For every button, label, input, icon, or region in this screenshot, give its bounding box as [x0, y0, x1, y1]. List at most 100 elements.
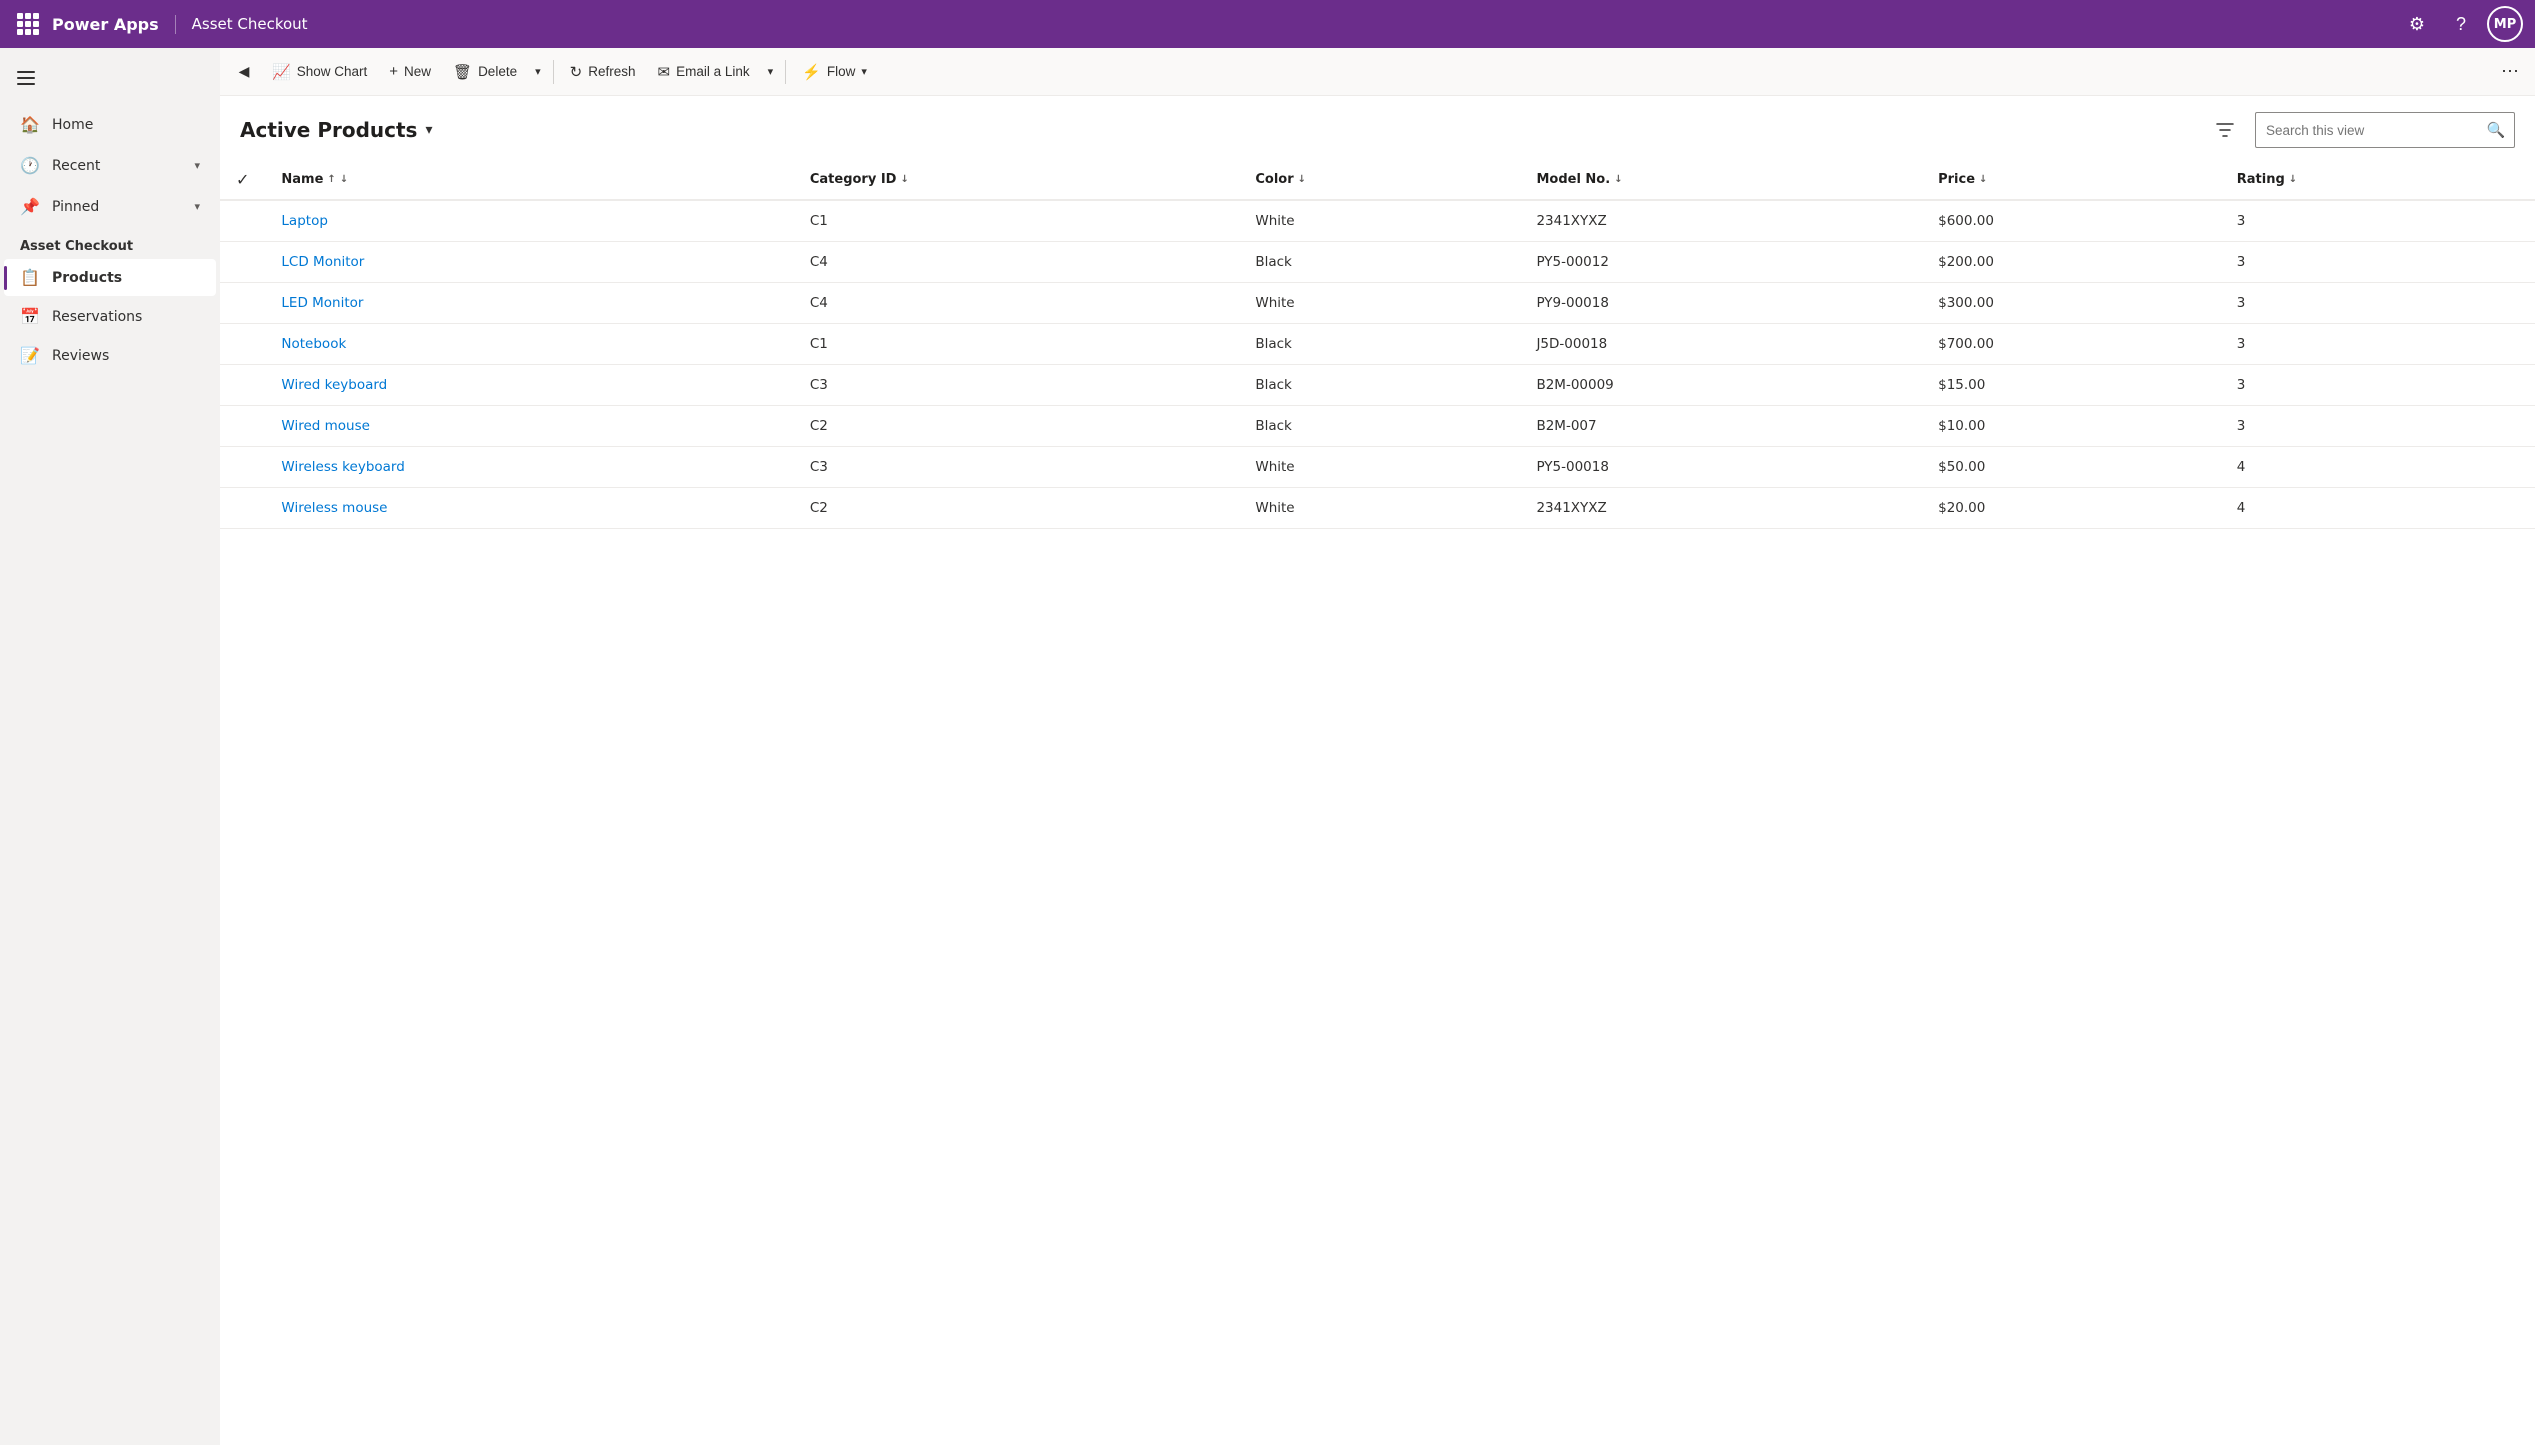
row-checkbox-5[interactable]	[220, 406, 265, 447]
delete-button[interactable]: 🗑 Delete	[443, 57, 527, 87]
row-price-2: $300.00	[1922, 283, 2221, 324]
hamburger-button[interactable]	[8, 60, 44, 96]
back-button[interactable]: ◀	[228, 56, 260, 88]
row-color-2: White	[1239, 283, 1520, 324]
row-name-5[interactable]: Wired mouse	[265, 406, 793, 447]
select-all-checkbox[interactable]: ✓	[220, 160, 265, 200]
flow-button[interactable]: ⚡ Flow ▾	[792, 57, 877, 87]
row-name-3[interactable]: Notebook	[265, 324, 793, 365]
row-checkbox-0[interactable]	[220, 200, 265, 242]
avatar[interactable]: MP	[2487, 6, 2523, 42]
row-color-1: Black	[1239, 242, 1520, 283]
reservations-label: Reservations	[52, 309, 142, 325]
th-color-chevron-icon[interactable]: ↓	[1298, 174, 1306, 185]
more-button[interactable]: ⋯	[2493, 55, 2527, 88]
sidebar-item-products[interactable]: 📋 Products	[4, 259, 216, 296]
row-category-0: C1	[794, 200, 1240, 242]
table-row: Notebook C1 Black J5D-00018 $700.00 3	[220, 324, 2535, 365]
row-name-1[interactable]: LCD Monitor	[265, 242, 793, 283]
table-area: Active Products ▾ 🔍	[220, 96, 2535, 1445]
th-name-label: Name	[281, 172, 323, 187]
header-icons: ⚙ ? MP	[2399, 6, 2523, 42]
sidebar-item-recent[interactable]: 🕐 Recent ▾	[4, 146, 216, 185]
sidebar-section-label: Asset Checkout	[0, 227, 220, 258]
sidebar-item-reviews[interactable]: 📝 Reviews	[4, 337, 216, 374]
row-model-2: PY9-00018	[1520, 283, 1922, 324]
row-checkbox-7[interactable]	[220, 488, 265, 529]
row-name-0[interactable]: Laptop	[265, 200, 793, 242]
row-price-0: $600.00	[1922, 200, 2221, 242]
separator-2	[785, 60, 786, 84]
row-checkbox-4[interactable]	[220, 365, 265, 406]
email-chevron-button[interactable]: ▾	[762, 59, 780, 84]
view-header: Active Products ▾ 🔍	[220, 96, 2535, 160]
row-rating-4: 3	[2221, 365, 2535, 406]
view-title[interactable]: Active Products ▾	[240, 118, 432, 142]
view-title-chevron-icon: ▾	[425, 122, 432, 138]
recent-label: Recent	[52, 158, 182, 174]
search-input[interactable]	[2256, 116, 2478, 145]
row-price-5: $10.00	[1922, 406, 2221, 447]
th-rating: Rating ↓	[2221, 160, 2535, 200]
row-name-2[interactable]: LED Monitor	[265, 283, 793, 324]
row-checkbox-3[interactable]	[220, 324, 265, 365]
row-price-6: $50.00	[1922, 447, 2221, 488]
table-row: LED Monitor C4 White PY9-00018 $300.00 3	[220, 283, 2535, 324]
row-checkbox-1[interactable]	[220, 242, 265, 283]
delete-chevron-button[interactable]: ▾	[529, 59, 547, 84]
th-model-chevron-icon[interactable]: ↓	[1614, 174, 1622, 185]
th-price-chevron-icon[interactable]: ↓	[1979, 174, 1987, 185]
table-header-row: ✓ Name ↑ ↓ Category ID	[220, 160, 2535, 200]
th-name-sort-asc-icon[interactable]: ↑	[327, 174, 335, 185]
waffle-icon[interactable]	[12, 8, 44, 40]
filter-icon	[2216, 121, 2234, 139]
home-label: Home	[52, 117, 200, 133]
sidebar-item-reservations[interactable]: 📅 Reservations	[4, 298, 216, 335]
row-checkbox-6[interactable]	[220, 447, 265, 488]
th-rating-label: Rating	[2237, 172, 2285, 187]
new-icon: +	[389, 63, 398, 80]
row-model-5: B2M-007	[1520, 406, 1922, 447]
table-row: LCD Monitor C4 Black PY5-00012 $200.00 3	[220, 242, 2535, 283]
flow-chevron-icon: ▾	[861, 65, 867, 78]
sidebar-item-home[interactable]: 🏠 Home	[4, 105, 216, 144]
sidebar-item-pinned[interactable]: 📌 Pinned ▾	[4, 187, 216, 226]
row-color-4: Black	[1239, 365, 1520, 406]
refresh-button[interactable]: ↻ Refresh	[560, 57, 646, 87]
row-rating-3: 3	[2221, 324, 2535, 365]
row-name-7[interactable]: Wireless mouse	[265, 488, 793, 529]
products-label: Products	[52, 270, 122, 286]
row-model-6: PY5-00018	[1520, 447, 1922, 488]
help-button[interactable]: ?	[2443, 6, 2479, 42]
row-checkbox-2[interactable]	[220, 283, 265, 324]
row-rating-5: 3	[2221, 406, 2535, 447]
th-category-label: Category ID	[810, 172, 897, 187]
main-layout: 🏠 Home 🕐 Recent ▾ 📌 Pinned ▾ Asset Check…	[0, 48, 2535, 1445]
refresh-label: Refresh	[588, 64, 635, 79]
app-name: Power Apps	[52, 15, 176, 34]
email-link-button[interactable]: ✉ Email a Link	[647, 57, 759, 87]
sidebar-top	[0, 48, 220, 104]
search-button[interactable]: 🔍	[2478, 113, 2514, 147]
th-model-label: Model No.	[1536, 172, 1610, 187]
row-name-4[interactable]: Wired keyboard	[265, 365, 793, 406]
th-name: Name ↑ ↓	[265, 160, 793, 200]
filter-button[interactable]	[2207, 112, 2243, 148]
settings-button[interactable]: ⚙	[2399, 6, 2435, 42]
table-row: Laptop C1 White 2341XYXZ $600.00 3	[220, 200, 2535, 242]
th-rating-chevron-icon[interactable]: ↓	[2289, 174, 2297, 185]
flow-icon: ⚡	[802, 63, 821, 81]
row-name-6[interactable]: Wireless keyboard	[265, 447, 793, 488]
th-price: Price ↓	[1922, 160, 2221, 200]
th-name-sort-desc-icon[interactable]: ↓	[340, 174, 348, 185]
top-header: Power Apps Asset Checkout ⚙ ? MP	[0, 0, 2535, 48]
email-link-label: Email a Link	[676, 64, 750, 79]
show-chart-button[interactable]: 📈 Show Chart	[262, 57, 377, 87]
sidebar: 🏠 Home 🕐 Recent ▾ 📌 Pinned ▾ Asset Check…	[0, 48, 220, 1445]
delete-icon: 🗑	[453, 63, 472, 81]
new-button[interactable]: + New	[379, 57, 441, 86]
row-color-3: Black	[1239, 324, 1520, 365]
th-category-chevron-icon[interactable]: ↓	[900, 174, 908, 185]
row-price-4: $15.00	[1922, 365, 2221, 406]
table-row: Wired keyboard C3 Black B2M-00009 $15.00…	[220, 365, 2535, 406]
